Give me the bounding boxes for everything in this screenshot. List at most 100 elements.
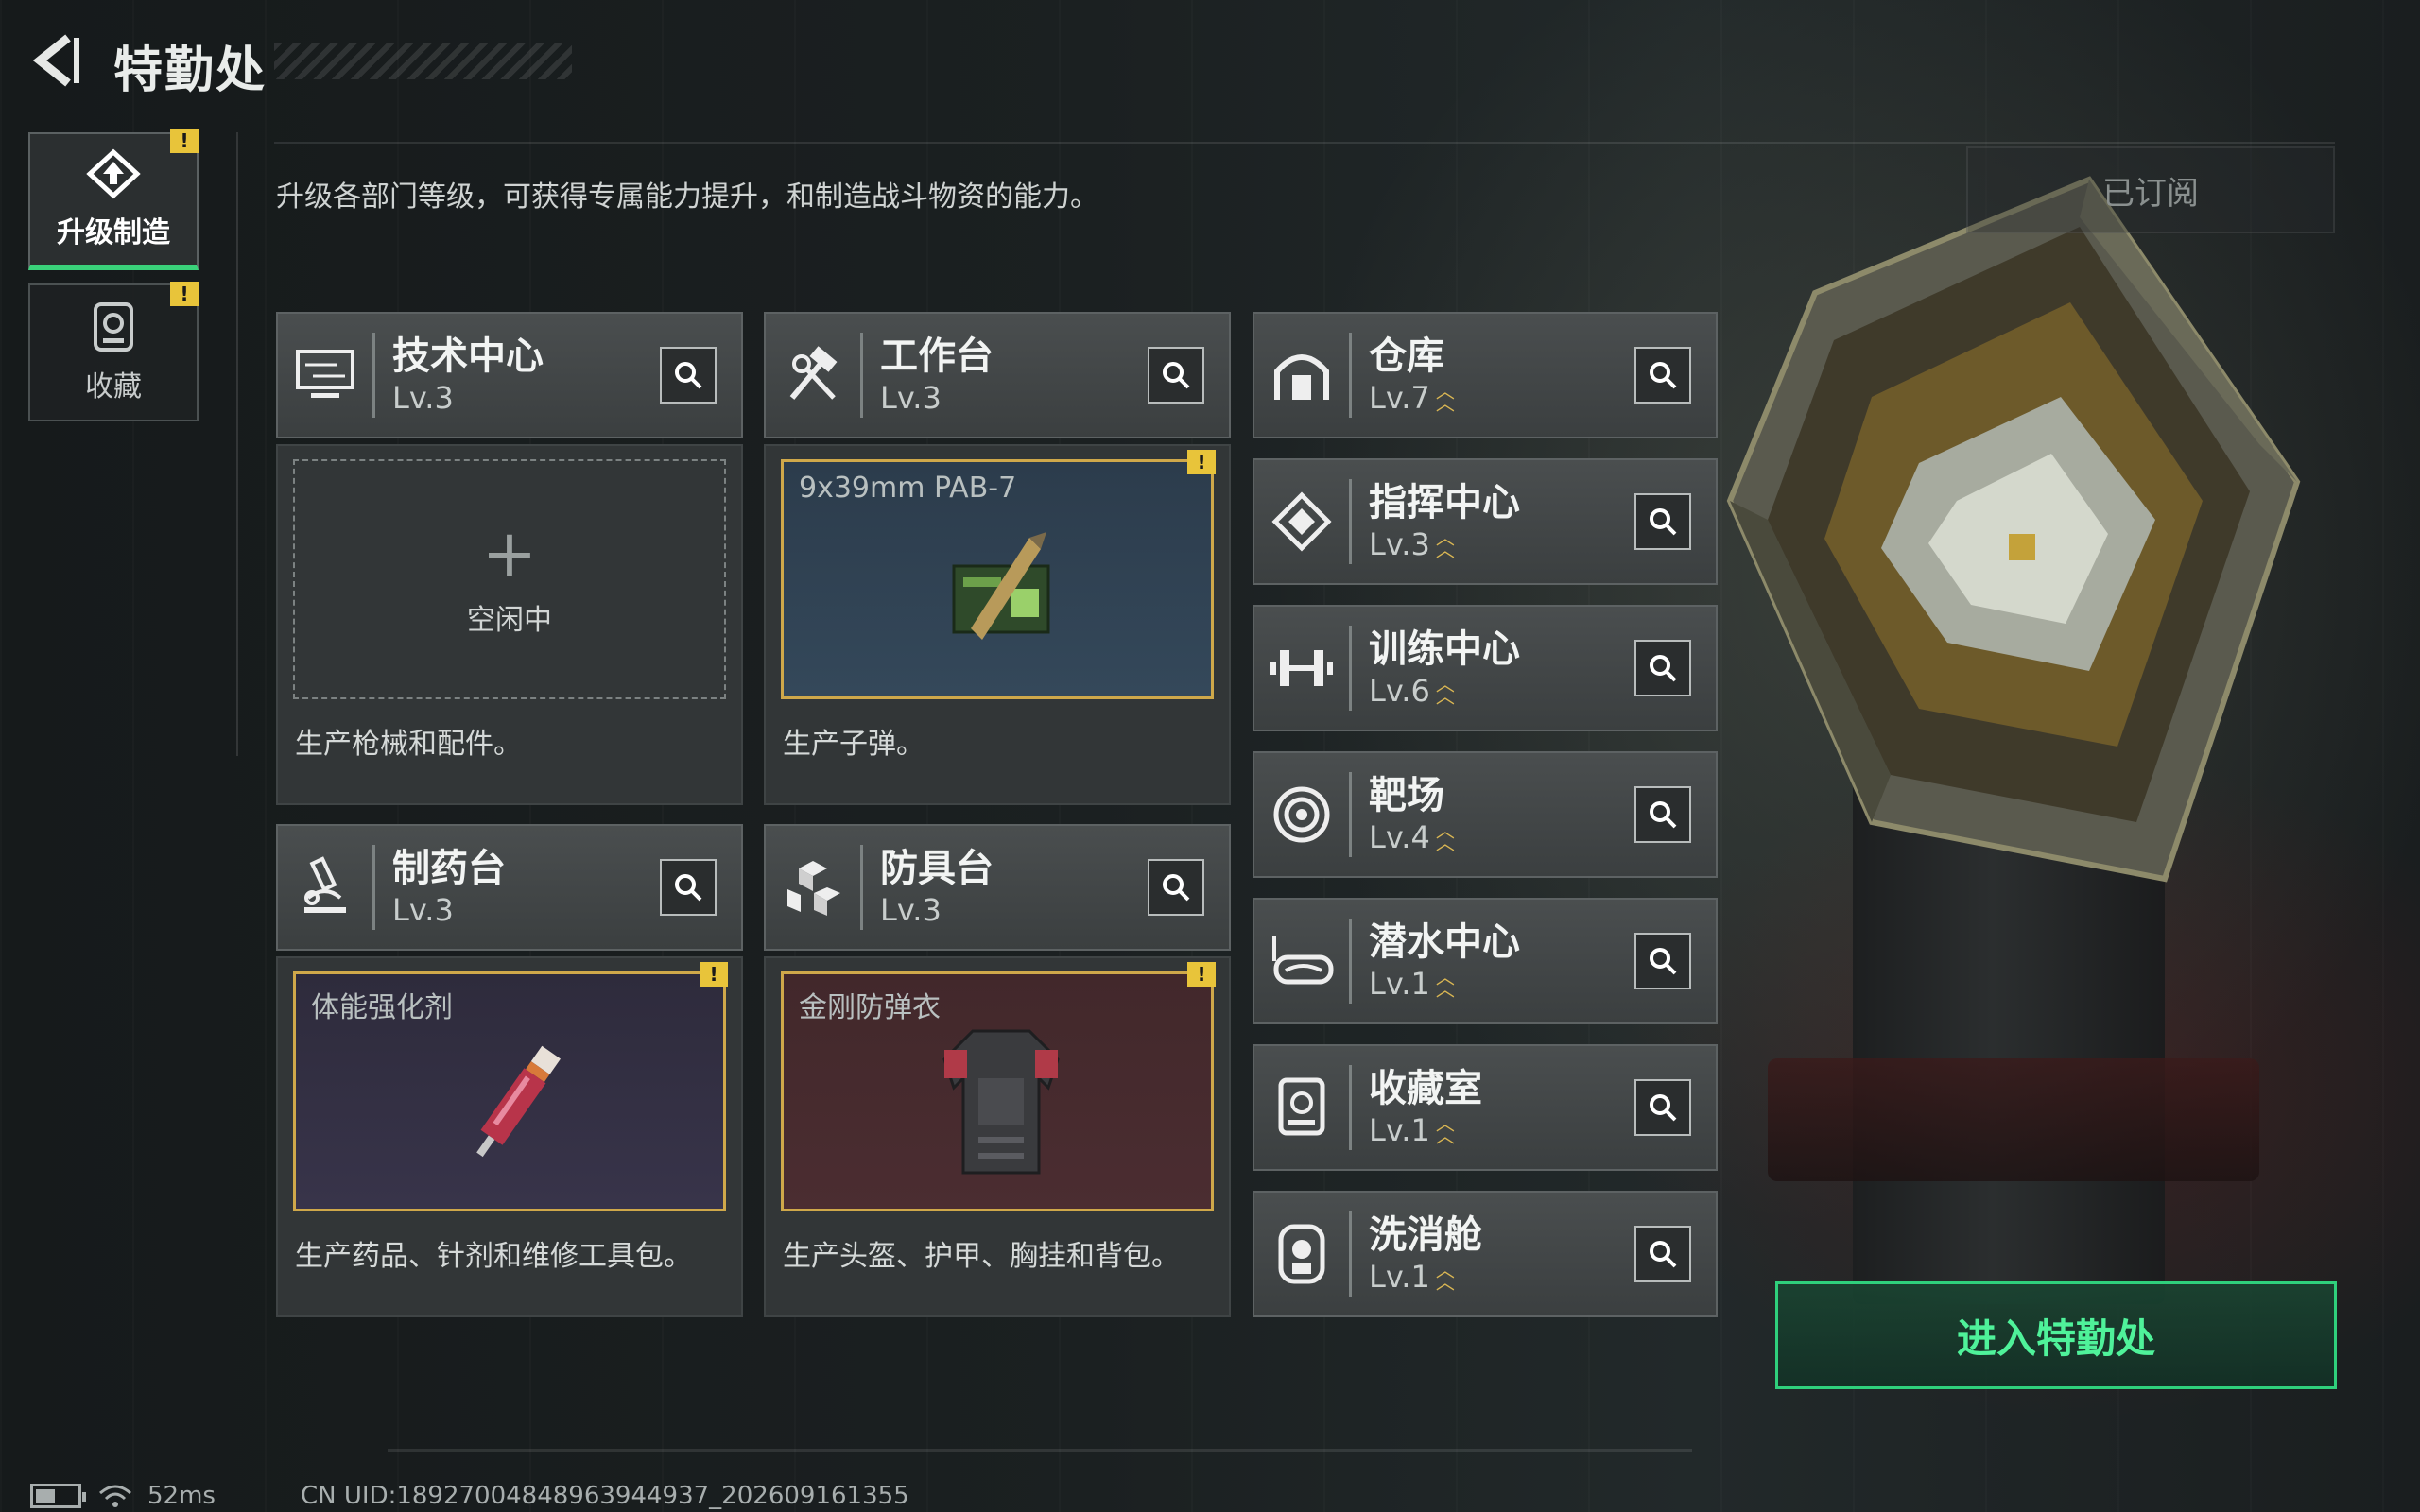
facility-row-command[interactable]: 指挥中心 Lv.3 ︿ ︿	[1253, 458, 1718, 585]
search-icon	[1650, 1094, 1677, 1122]
production-card-body: 体能强化剂 生产药品、针剂和维修工具包。	[276, 956, 743, 1317]
facility-row-range[interactable]: 靶场 Lv.4 ︿ ︿	[1253, 751, 1718, 878]
search-button[interactable]	[1634, 786, 1691, 843]
alert-badge: !	[700, 962, 728, 987]
alert-badge: !	[1187, 450, 1216, 474]
search-icon	[1163, 874, 1190, 902]
item-name: 体能强化剂	[311, 991, 453, 1024]
top-divider	[274, 142, 2335, 144]
facility-card-workbench[interactable]: 工作台 Lv.3	[764, 312, 1231, 438]
production-card-body: 金刚防弹衣 生产头盔、护甲、胸挂和背包。	[764, 956, 1231, 1317]
facility-card-tech-center[interactable]: 技术中心 Lv.3	[276, 312, 743, 438]
search-icon	[1163, 362, 1190, 389]
facility-level: Lv.7	[1369, 380, 1430, 416]
goggles-icon	[1272, 936, 1334, 985]
alert-badge: !	[170, 129, 199, 153]
collection-room-icon	[1278, 1077, 1325, 1136]
monitor-icon	[296, 350, 354, 398]
injector-icon	[476, 1045, 561, 1158]
tools-icon	[789, 346, 838, 400]
plus-icon: +	[481, 515, 538, 593]
facility-name: 训练中心	[1369, 627, 1520, 671]
decon-icon	[1278, 1224, 1325, 1284]
command-icon	[1271, 491, 1332, 552]
facility-name: 技术中心	[392, 335, 544, 378]
title-stripe-decoration	[274, 43, 572, 79]
search-button[interactable]	[1634, 1079, 1691, 1136]
item-name: 9x39mm PAB-7	[799, 472, 1017, 505]
search-icon	[1650, 655, 1677, 682]
upgrade-chevron-icon: ︿ ︿	[1435, 1259, 1455, 1294]
facility-level: Lv.1	[1369, 1112, 1430, 1148]
search-button[interactable]	[1634, 347, 1691, 404]
ammo-box-icon	[952, 532, 1050, 640]
search-button[interactable]	[1148, 859, 1204, 916]
wifi-icon	[99, 1485, 131, 1507]
search-button[interactable]	[1148, 347, 1204, 404]
facility-name: 潜水中心	[1369, 920, 1520, 964]
facility-row-decontamination[interactable]: 洗消舱 Lv.1 ︿ ︿	[1253, 1191, 1718, 1317]
facility-name: 防具台	[880, 847, 994, 890]
target-icon	[1273, 786, 1330, 843]
upgrade-icon	[86, 148, 141, 199]
cube-base-art	[1768, 1058, 2259, 1181]
upgrade-chevron-icon: ︿ ︿	[1435, 380, 1455, 415]
facility-level: Lv.1	[1369, 966, 1430, 1002]
search-button[interactable]	[1634, 1226, 1691, 1282]
search-icon	[1650, 1241, 1677, 1268]
production-slot-item[interactable]: 体能强化剂	[293, 971, 726, 1211]
production-slot-idle[interactable]: + 空闲中	[293, 459, 726, 699]
armor-icon	[787, 861, 840, 916]
search-button[interactable]	[1634, 493, 1691, 550]
upgrade-chevron-icon: ︿ ︿	[1435, 966, 1455, 1001]
facility-row-training[interactable]: 训练中心 Lv.6 ︿ ︿	[1253, 605, 1718, 731]
production-slot-item[interactable]: 9x39mm PAB-7	[781, 459, 1214, 699]
facility-name: 工作台	[880, 335, 994, 378]
search-icon	[1650, 508, 1677, 536]
upgrade-chevron-icon: ︿ ︿	[1435, 673, 1455, 708]
sidebar-tab-label: 收藏	[85, 370, 142, 404]
item-name: 金刚防弹衣	[799, 991, 941, 1024]
search-icon	[1650, 801, 1677, 829]
facility-level: Lv.4	[1369, 819, 1430, 855]
facility-card-pharmacy[interactable]: 制药台 Lv.3	[276, 824, 743, 951]
search-button[interactable]	[1634, 640, 1691, 696]
facility-level: Lv.3	[392, 380, 454, 416]
facility-level: Lv.3	[1369, 526, 1430, 562]
search-icon	[675, 874, 702, 902]
page-title: 特勤处	[113, 43, 268, 99]
warehouse-icon	[1274, 354, 1329, 400]
search-icon	[1650, 362, 1677, 389]
enter-button[interactable]: 进入特勤处	[1775, 1281, 2337, 1389]
facility-level: Lv.3	[392, 892, 454, 928]
card-description: 生产子弹。	[783, 728, 925, 761]
card-description: 生产头盔、护甲、胸挂和背包。	[783, 1240, 1180, 1273]
production-card-body: 9x39mm PAB-7 生产子弹。	[764, 444, 1231, 805]
facility-row-diving[interactable]: 潜水中心 Lv.1 ︿ ︿	[1253, 898, 1718, 1024]
search-button[interactable]	[660, 347, 717, 404]
footer-divider	[388, 1449, 1692, 1452]
facility-level: Lv.1	[1369, 1259, 1430, 1295]
sidebar-tab-label: 升级制造	[57, 216, 170, 249]
search-button[interactable]	[1634, 933, 1691, 989]
production-slot-item[interactable]: 金刚防弹衣	[781, 971, 1214, 1211]
uid-text: CN UID:18927004848963944937_202609161355	[301, 1482, 909, 1510]
back-arrow-icon[interactable]	[26, 32, 83, 89]
battery-icon	[30, 1484, 86, 1508]
facility-level: Lv.6	[1369, 673, 1430, 709]
body-armor-icon	[942, 1029, 1060, 1175]
card-description: 生产药品、针剂和维修工具包。	[295, 1240, 692, 1273]
facility-name: 洗消舱	[1369, 1213, 1482, 1257]
facility-row-collection-room[interactable]: 收藏室 Lv.1 ︿ ︿	[1253, 1044, 1718, 1171]
search-icon	[675, 362, 702, 389]
search-button[interactable]	[660, 859, 717, 916]
facility-card-armor[interactable]: 防具台 Lv.3	[764, 824, 1231, 951]
facility-row-warehouse[interactable]: 仓库 Lv.7 ︿ ︿	[1253, 312, 1718, 438]
facility-name: 靶场	[1369, 774, 1444, 817]
upgrade-chevron-icon: ︿ ︿	[1435, 1112, 1455, 1147]
alert-badge: !	[1187, 962, 1216, 987]
upgrade-chevron-icon: ︿ ︿	[1435, 819, 1455, 854]
alert-badge: !	[170, 282, 199, 306]
facility-name: 仓库	[1369, 335, 1444, 378]
status-bar: 52ms	[30, 1482, 216, 1510]
